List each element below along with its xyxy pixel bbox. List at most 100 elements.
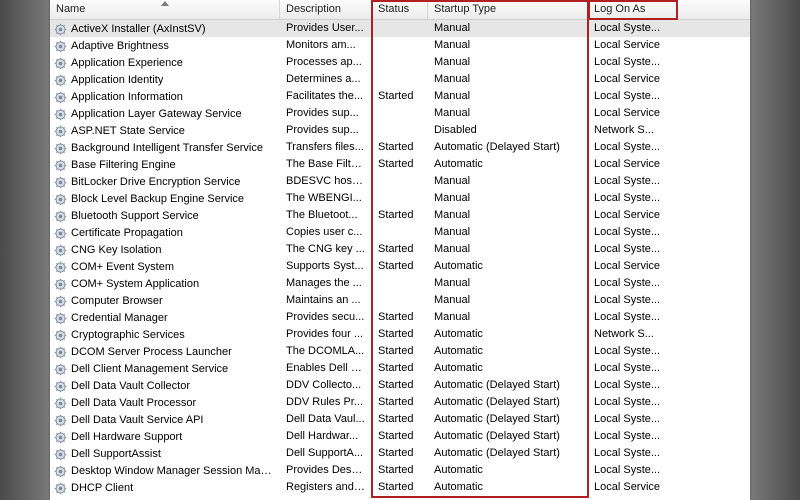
service-name-label: Dell Data Vault Collector bbox=[71, 379, 190, 394]
table-row[interactable]: Desktop Window Manager Session Mana...Pr… bbox=[50, 462, 750, 479]
service-logon-cell: Local Syste... bbox=[588, 190, 678, 207]
service-startup-type-cell: Manual bbox=[428, 309, 588, 326]
table-row[interactable]: Bluetooth Support ServiceThe Bluetoot...… bbox=[50, 207, 750, 224]
service-logon-cell: Local Syste... bbox=[588, 360, 678, 377]
service-status-cell: Started bbox=[372, 462, 428, 479]
table-row[interactable]: Cryptographic ServicesProvides four ...S… bbox=[50, 326, 750, 343]
column-header-status[interactable]: Status bbox=[372, 0, 428, 19]
service-description-cell: Maintains an ... bbox=[280, 292, 372, 309]
service-name-label: COM+ Event System bbox=[71, 260, 174, 275]
table-row[interactable]: CNG Key IsolationThe CNG key ...StartedM… bbox=[50, 241, 750, 258]
table-row[interactable]: Application Information Facilitates the..… bbox=[50, 88, 750, 105]
table-row[interactable]: Computer BrowserMaintains an ...ManualLo… bbox=[50, 292, 750, 309]
service-logon-cell: Local Service bbox=[588, 71, 678, 88]
table-row[interactable]: Adaptive BrightnessMonitors am...ManualL… bbox=[50, 37, 750, 54]
service-description-cell: Dell SupportA... bbox=[280, 445, 372, 462]
service-startup-type-cell: Manual bbox=[428, 71, 588, 88]
service-name-cell: Desktop Window Manager Session Mana... bbox=[50, 462, 280, 479]
service-description-cell: Provides secu... bbox=[280, 309, 372, 326]
service-gear-icon bbox=[54, 380, 67, 393]
column-header-name[interactable]: Name bbox=[50, 0, 280, 19]
service-name-label: Application Information bbox=[71, 90, 183, 105]
service-gear-icon bbox=[54, 159, 67, 172]
service-name-label: Application Experience bbox=[71, 56, 183, 71]
table-row[interactable]: Dell Data Vault Service APIDell Data Vau… bbox=[50, 411, 750, 428]
table-row[interactable]: Background Intelligent Transfer ServiceT… bbox=[50, 139, 750, 156]
table-row[interactable]: Application ExperienceProcesses ap...Man… bbox=[50, 54, 750, 71]
service-name-cell: Dell Data Vault Collector bbox=[50, 377, 280, 394]
service-logon-cell: Local Syste... bbox=[588, 428, 678, 445]
service-startup-type-cell: Automatic (Delayed Start) bbox=[428, 394, 588, 411]
service-description-cell: Monitors am... bbox=[280, 37, 372, 54]
service-status-cell bbox=[372, 71, 428, 88]
service-gear-icon bbox=[54, 414, 67, 427]
service-name-label: ASP.NET State Service bbox=[71, 124, 185, 139]
table-row[interactable]: Credential ManagerProvides secu...Starte… bbox=[50, 309, 750, 326]
service-name-label: Cryptographic Services bbox=[71, 328, 185, 343]
table-row[interactable]: Dell Hardware SupportDell Hardwar...Star… bbox=[50, 428, 750, 445]
column-header-log-on-as[interactable]: Log On As bbox=[588, 0, 678, 19]
service-name-cell: COM+ Event System bbox=[50, 258, 280, 275]
table-row[interactable]: Application IdentityDetermines a...Manua… bbox=[50, 71, 750, 88]
service-startup-type-cell: Manual bbox=[428, 105, 588, 122]
table-row[interactable]: Certificate PropagationCopies user c...M… bbox=[50, 224, 750, 241]
service-description-cell: Facilitates the... bbox=[280, 88, 372, 105]
service-startup-type-cell: Automatic bbox=[428, 343, 588, 360]
service-logon-cell: Local Syste... bbox=[588, 343, 678, 360]
service-name-cell: Certificate Propagation bbox=[50, 224, 280, 241]
table-row[interactable]: BitLocker Drive Encryption ServiceBDESVC… bbox=[50, 173, 750, 190]
service-name-label: CNG Key Isolation bbox=[71, 243, 161, 258]
service-name-cell: Application Information bbox=[50, 88, 280, 105]
service-startup-type-cell: Manual bbox=[428, 37, 588, 54]
service-name-label: ActiveX Installer (AxInstSV) bbox=[71, 22, 206, 37]
service-logon-cell: Local Syste... bbox=[588, 88, 678, 105]
service-name-cell: Application Identity bbox=[50, 71, 280, 88]
service-name-cell: Base Filtering Engine bbox=[50, 156, 280, 173]
service-name-cell: Cryptographic Services bbox=[50, 326, 280, 343]
service-name-cell: CNG Key Isolation bbox=[50, 241, 280, 258]
table-row[interactable]: DCOM Server Process LauncherThe DCOMLA..… bbox=[50, 343, 750, 360]
service-gear-icon bbox=[54, 57, 67, 70]
service-name-cell: Application Experience bbox=[50, 54, 280, 71]
table-row[interactable]: DHCP ClientRegisters and ...StartedAutom… bbox=[50, 479, 750, 496]
service-description-cell: BDESVC hosts... bbox=[280, 173, 372, 190]
table-row[interactable]: Dell SupportAssistDell SupportA...Starte… bbox=[50, 445, 750, 462]
column-header-startup-type[interactable]: Startup Type bbox=[428, 0, 588, 19]
service-name-cell: Bluetooth Support Service bbox=[50, 207, 280, 224]
service-logon-cell: Local Syste... bbox=[588, 224, 678, 241]
service-gear-icon bbox=[54, 261, 67, 274]
table-row[interactable]: COM+ System ApplicationManages the ...Ma… bbox=[50, 275, 750, 292]
table-row[interactable]: Base Filtering EngineThe Base Filte...St… bbox=[50, 156, 750, 173]
service-name-cell: ASP.NET State Service bbox=[50, 122, 280, 139]
table-row[interactable]: Dell Data Vault CollectorDDV Collecto...… bbox=[50, 377, 750, 394]
service-status-cell bbox=[372, 292, 428, 309]
service-name-label: Block Level Backup Engine Service bbox=[71, 192, 244, 207]
column-header-description[interactable]: Description bbox=[280, 0, 372, 19]
service-status-cell: Started bbox=[372, 309, 428, 326]
table-row[interactable]: ActiveX Installer (AxInstSV)Provides Use… bbox=[50, 20, 750, 37]
service-startup-type-cell: Manual bbox=[428, 275, 588, 292]
service-status-cell: Started bbox=[372, 394, 428, 411]
service-gear-icon bbox=[54, 193, 67, 206]
column-header-name-label: Name bbox=[56, 3, 85, 15]
service-gear-icon bbox=[54, 227, 67, 240]
service-startup-type-cell: Manual bbox=[428, 241, 588, 258]
table-row[interactable]: Application Layer Gateway ServiceProvide… bbox=[50, 105, 750, 122]
table-row[interactable]: Dell Client Management ServiceEnables De… bbox=[50, 360, 750, 377]
service-startup-type-cell: Manual bbox=[428, 190, 588, 207]
service-logon-cell: Local Syste... bbox=[588, 54, 678, 71]
table-row[interactable]: COM+ Event SystemSupports Syst...Started… bbox=[50, 258, 750, 275]
table-row[interactable]: Dell Data Vault ProcessorDDV Rules Pr...… bbox=[50, 394, 750, 411]
service-name-cell: Credential Manager bbox=[50, 309, 280, 326]
service-gear-icon bbox=[54, 431, 67, 444]
service-description-cell: The Base Filte... bbox=[280, 156, 372, 173]
service-logon-cell: Local Syste... bbox=[588, 139, 678, 156]
service-status-cell bbox=[372, 190, 428, 207]
service-startup-type-cell: Automatic (Delayed Start) bbox=[428, 445, 588, 462]
service-name-cell: ActiveX Installer (AxInstSV) bbox=[50, 20, 280, 37]
service-name-cell: DCOM Server Process Launcher bbox=[50, 343, 280, 360]
table-row[interactable]: ASP.NET State ServiceProvides sup...Disa… bbox=[50, 122, 750, 139]
table-row[interactable]: Block Level Backup Engine ServiceThe WBE… bbox=[50, 190, 750, 207]
service-status-cell: Started bbox=[372, 377, 428, 394]
service-status-cell: Started bbox=[372, 326, 428, 343]
